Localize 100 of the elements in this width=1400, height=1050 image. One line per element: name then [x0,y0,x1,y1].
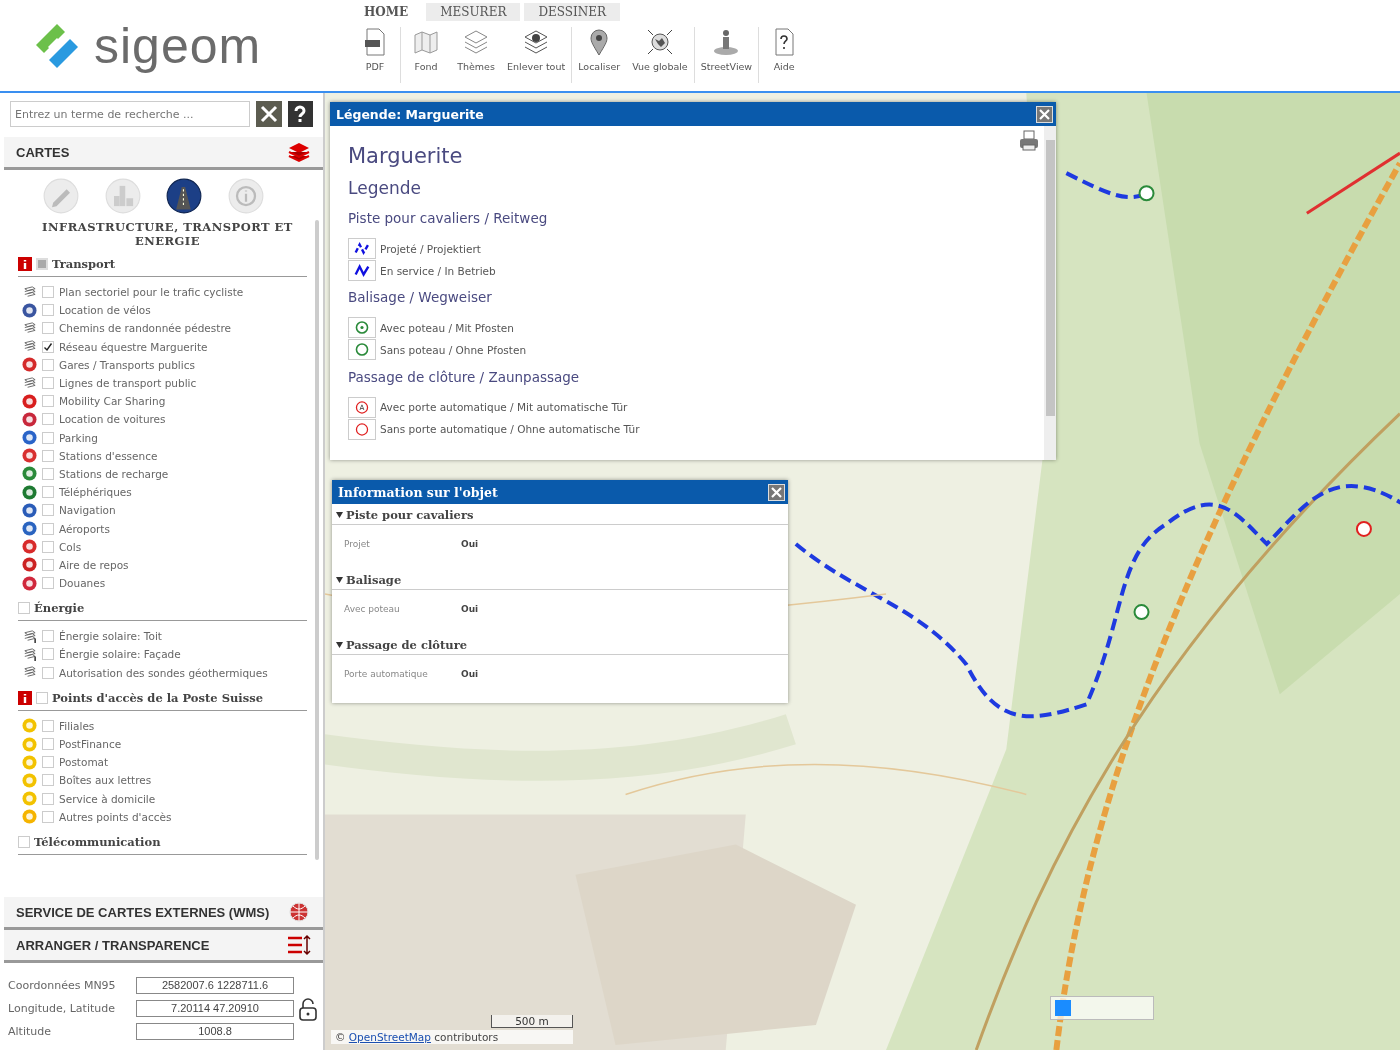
badge-icon [22,557,37,573]
checkbox[interactable] [42,467,54,480]
checkbox[interactable] [42,486,54,499]
legend-subheading: Legende [348,178,422,198]
layers-icon [22,284,37,300]
property-label: Projet [344,539,371,549]
checkbox[interactable] [42,577,54,590]
layer-label: Autres points d'accès [59,810,172,823]
checkbox[interactable] [42,810,54,823]
checkbox[interactable] [42,340,54,353]
checkbox[interactable] [42,413,54,426]
theme-icon[interactable] [166,178,203,214]
checkbox[interactable] [42,449,54,462]
badge-icon [22,302,37,318]
close-button[interactable] [1036,105,1053,123]
checkbox[interactable] [36,691,48,704]
checkbox[interactable] [42,630,54,643]
legend-label: Avec porte automatique / Mit automatische Tür [380,401,628,414]
coordinate-field[interactable]: 7.20114 47.20910 [136,1000,294,1017]
checkbox[interactable] [42,558,54,571]
toolbar-button[interactable]: Vue globale [626,27,694,83]
checkbox[interactable] [42,540,54,553]
checkbox[interactable] [42,504,54,517]
layer-label: Douanes [59,577,106,590]
caret-icon[interactable] [336,577,343,583]
section-title: Balisage [346,573,402,587]
panel-header[interactable]: CARTES [4,137,323,170]
panel-header[interactable]: ARRANGER / TRANSPARENCE [4,930,323,963]
close-button[interactable] [768,483,785,501]
layer-label: Gares / Transports publics [59,358,195,371]
property-label: Avec poteau [344,604,401,614]
legend-label: En service / In Betrieb [380,264,496,277]
clear-button[interactable] [256,101,282,127]
layer-label: Boîtes aux lettres [59,774,152,787]
badge-icon [22,754,37,770]
sort-icon [287,934,311,956]
layer-label: Réseau équestre Marguerite [59,340,208,353]
caret-icon[interactable] [336,642,343,648]
toolbar-button[interactable]: PDF [350,27,400,83]
coordinate-field[interactable]: 1008.8 [136,1023,294,1040]
coordinate-field[interactable]: 2582007.6 1228711.6 [136,977,294,994]
search-field[interactable]: Entrez un terme de recherche ... [10,101,251,127]
checkbox[interactable] [18,835,30,848]
toolbar-button[interactable]: StreetView [694,27,759,83]
layers-icon [287,141,311,163]
badge-icon [22,539,37,555]
scrollbar[interactable] [1044,126,1056,460]
coordinate-label: Longitude, Latitude [8,1002,116,1015]
checkbox[interactable] [42,377,54,390]
legend-label: Sans poteau / Ohne Pfosten [380,343,527,356]
checkbox[interactable] [42,792,54,805]
checkbox[interactable] [36,258,48,270]
caret-icon[interactable] [336,512,343,518]
layer-label: Stations d'essence [59,449,158,462]
checkbox[interactable] [42,522,54,535]
checkbox[interactable] [42,358,54,371]
checkbox[interactable] [42,322,54,335]
checkbox[interactable] [42,304,54,317]
ribbon-tab[interactable]: MESURER [426,3,521,21]
legend-symbol [348,418,376,440]
scale-bar: 500 m [491,1015,573,1028]
checkbox[interactable] [42,395,54,408]
checkbox[interactable] [42,431,54,444]
toolbar-button[interactable]: Fond [401,27,451,83]
badge-icon [22,411,37,427]
badge-icon [22,809,37,825]
layer-label: Énergie solaire: Façade [59,648,181,661]
layer-label: Location de vélos [59,304,151,317]
checkbox[interactable] [42,756,54,769]
lock-icon[interactable] [298,996,318,1021]
toolbar-button[interactable]: Thèmes [451,27,501,83]
layer-label: Location de voitures [59,413,166,426]
layer-label: Chemins de randonnée pédestre [59,322,231,335]
toolbar-button[interactable]: Aide [759,27,810,83]
scrollbar[interactable] [315,220,319,860]
legend-symbol [348,238,376,259]
ribbon-tab[interactable]: DESSINER [524,3,621,21]
attribution-link[interactable]: OpenStreetMap [348,1031,431,1043]
checkbox[interactable] [18,602,30,615]
panel-title: ARRANGER / TRANSPARENCE [16,937,210,953]
help-button[interactable] [287,101,313,127]
printer-icon[interactable] [1018,130,1040,152]
overview-control[interactable] [1050,996,1154,1020]
badge-icon [22,357,37,373]
window-title: Information sur l'objet [338,484,498,500]
checkbox[interactable] [42,738,54,751]
checkbox[interactable] [42,719,54,732]
checkbox[interactable] [42,774,54,787]
panel-header[interactable]: SERVICE DE CARTES EXTERNES (WMS) [4,897,323,930]
toolbar-button[interactable]: Enlever tout [501,27,572,83]
toolbar-button[interactable]: Localiser [572,27,627,83]
layers-icon [22,628,37,644]
ribbon-tab[interactable]: HOME [350,3,423,21]
badge-icon [22,502,37,518]
coordinate-label: Altitude [8,1025,52,1038]
checkbox[interactable] [42,286,54,299]
globe-icon [287,901,311,923]
checkbox[interactable] [42,648,54,661]
layers-icon [22,375,37,391]
checkbox[interactable] [42,666,54,679]
